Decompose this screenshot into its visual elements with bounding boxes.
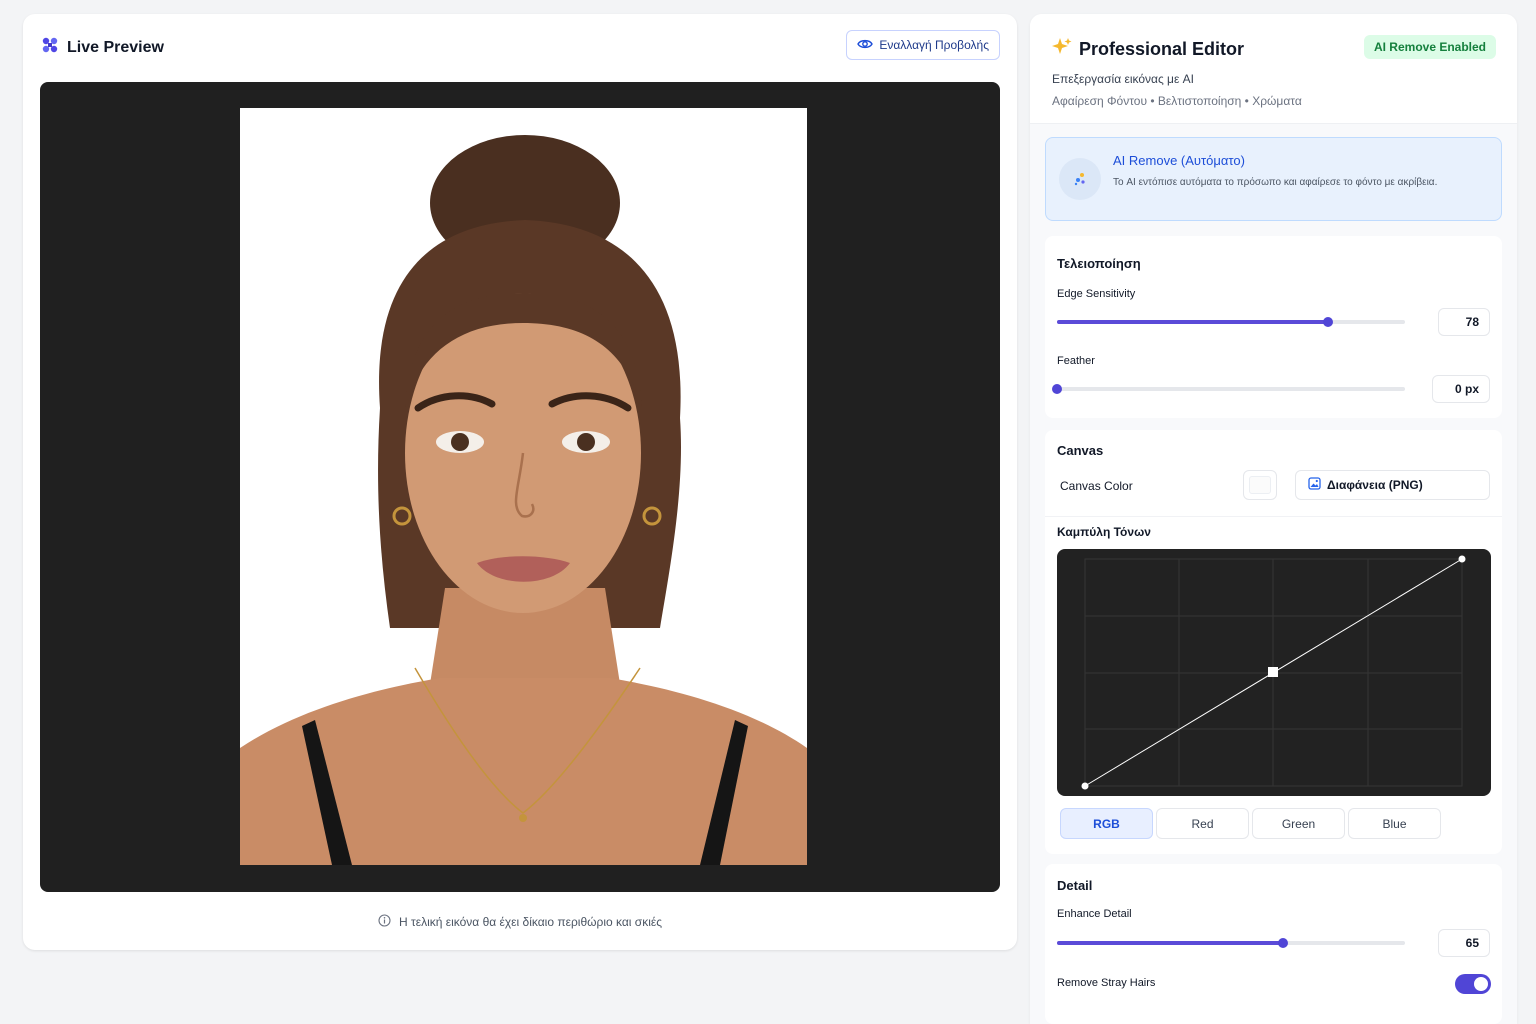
toggle-knob — [1474, 977, 1488, 991]
stray-hairs-toggle[interactable] — [1455, 974, 1491, 994]
tab-rgb[interactable]: RGB — [1060, 808, 1153, 839]
swatch-preview — [1249, 476, 1271, 494]
editor-panel: Professional Editor AI Remove Enabled Επ… — [1030, 14, 1517, 1024]
edge-sensitivity-thumb[interactable] — [1323, 317, 1334, 327]
editor-header: Professional Editor AI Remove Enabled Επ… — [1030, 14, 1517, 124]
portrait-photo — [240, 108, 807, 865]
curve-point-mid[interactable] — [1268, 667, 1278, 677]
edge-sensitivity-value[interactable]: 78 — [1438, 308, 1490, 336]
tone-curve-editor[interactable] — [1057, 549, 1491, 796]
stray-hairs-label: Remove Stray Hairs — [1057, 977, 1156, 989]
feather-slider[interactable] — [1052, 384, 1405, 394]
curve-point-white[interactable] — [1458, 555, 1466, 563]
tone-curve-title: Καμπύλη Τόνων — [1057, 525, 1151, 539]
tab-blue[interactable]: Blue — [1348, 808, 1441, 839]
preview-canvas[interactable] — [40, 82, 1000, 892]
canvas-color-label: Canvas Color — [1060, 479, 1133, 493]
sparkles-icon — [1051, 36, 1073, 63]
ai-sparkle-icon — [1059, 158, 1101, 200]
editor-title-text: Professional Editor — [1079, 39, 1245, 59]
tab-red[interactable]: Red — [1156, 808, 1249, 839]
canvas-background-select[interactable]: Διαφάνεια (PNG) — [1295, 470, 1490, 500]
info-icon — [378, 914, 391, 930]
editor-subtitle: Επεξεργασία εικόνας με AI — [1052, 72, 1194, 86]
canvas-title: Canvas — [1057, 443, 1104, 458]
channel-tabs: RGB Red Green Blue — [1060, 808, 1441, 839]
editor-title: Professional Editor — [1051, 36, 1244, 63]
finishing-section: Τελειοποίηση Edge Sensitivity 78 Feather… — [1045, 236, 1502, 418]
toggle-view-button[interactable]: Εναλλαγή Προβολής — [846, 30, 1000, 60]
ai-remove-title: AI Remove (Αυτόματο) — [1113, 153, 1245, 168]
feather-label: Feather — [1057, 355, 1095, 367]
detail-section: Detail Enhance Detail 65 Remove Stray Ha… — [1045, 864, 1502, 1024]
feather-thumb[interactable] — [1052, 384, 1062, 394]
editor-features: Αφαίρεση Φόντου • Βελτιστοποίηση • Χρώμα… — [1052, 94, 1302, 108]
canvas-background-value: Διαφάνεια (PNG) — [1327, 478, 1423, 492]
preview-title: Live Preview — [67, 38, 164, 56]
tone-curve-graph[interactable] — [1057, 549, 1491, 796]
enhance-detail-label: Enhance Detail — [1057, 908, 1132, 920]
preview-header: Live Preview — [41, 36, 164, 59]
canvas-color-swatch[interactable] — [1243, 470, 1277, 500]
toggle-view-label: Εναλλαγή Προβολής — [879, 38, 989, 52]
enhance-detail-thumb[interactable] — [1278, 938, 1289, 948]
ai-remove-description: Το AI εντόπισε αυτόματα το πρόσωπο και α… — [1113, 177, 1438, 188]
canvas-section: Canvas Canvas Color Διαφάνεια (PNG) Καμπ… — [1045, 430, 1502, 854]
preview-note: Η τελική εικόνα θα έχει δίκαιο περιθώριο… — [23, 914, 1017, 930]
ai-remove-card[interactable]: AI Remove (Αυτόματο) Το AI εντόπισε αυτό… — [1045, 137, 1502, 221]
curve-point-black[interactable] — [1081, 782, 1089, 790]
feather-value[interactable]: 0 px — [1432, 375, 1490, 403]
eye-icon — [857, 38, 874, 53]
enhance-detail-slider[interactable] — [1057, 938, 1405, 948]
tab-green[interactable]: Green — [1252, 808, 1345, 839]
finishing-title: Τελειοποίηση — [1057, 256, 1141, 271]
divider — [1045, 516, 1502, 517]
edge-sensitivity-slider[interactable] — [1057, 317, 1405, 327]
preview-note-text: Η τελική εικόνα θα έχει δίκαιο περιθώριο… — [399, 915, 662, 929]
detail-title: Detail — [1057, 878, 1093, 893]
edge-sensitivity-label: Edge Sensitivity — [1057, 288, 1136, 300]
enhance-detail-value[interactable]: 65 — [1438, 929, 1490, 957]
enhance-detail-fill — [1057, 941, 1284, 945]
image-icon — [1308, 477, 1321, 493]
ai-status-badge: AI Remove Enabled — [1363, 35, 1496, 59]
edge-sensitivity-fill — [1057, 320, 1329, 324]
preview-panel: Live Preview Εναλλαγή Προβολής Η τελική … — [23, 14, 1017, 950]
preview-logo-icon — [41, 36, 59, 59]
